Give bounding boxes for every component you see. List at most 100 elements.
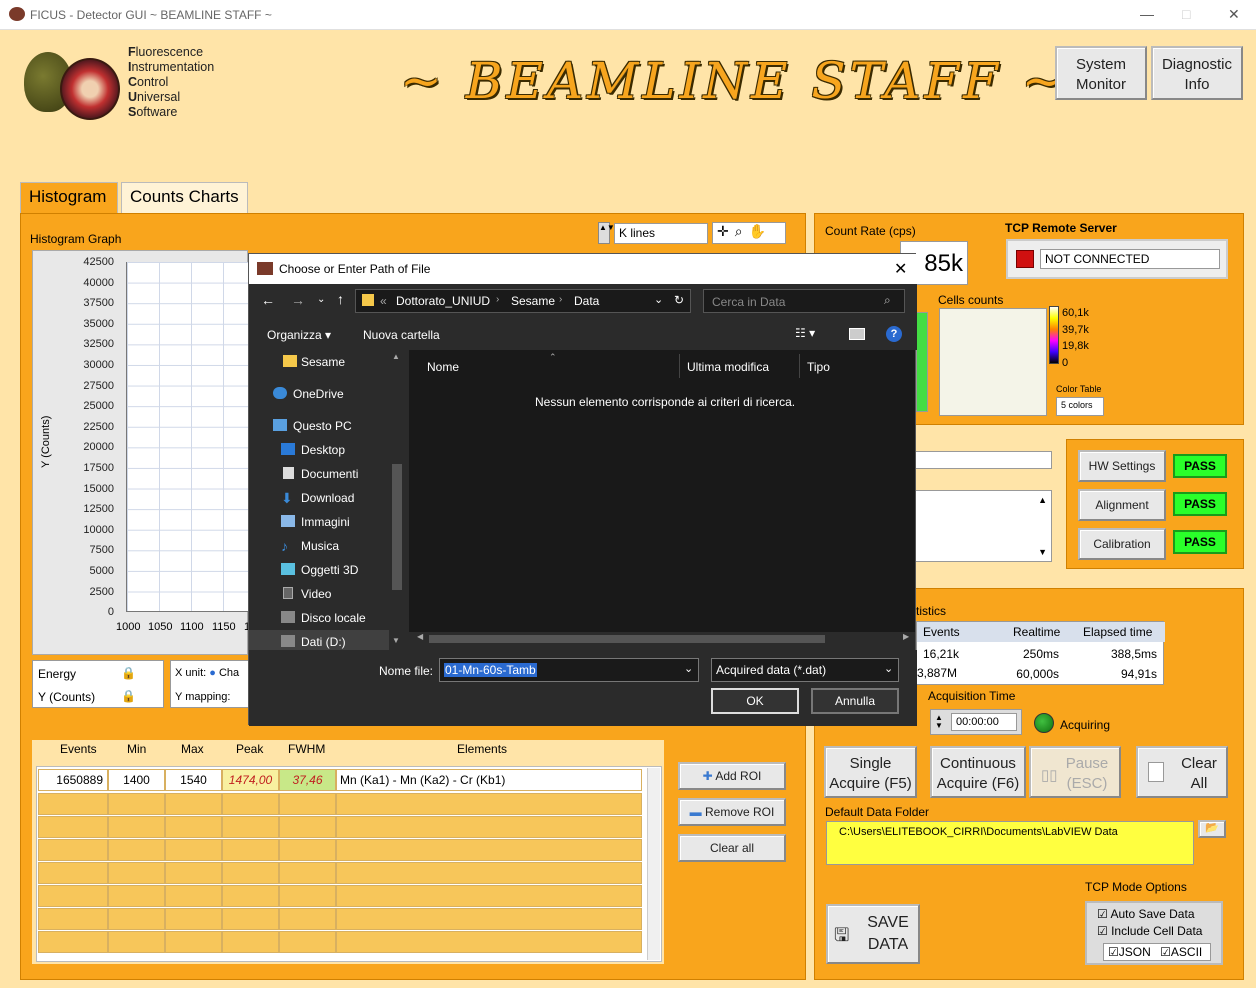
count-bar <box>916 312 928 412</box>
table-row[interactable] <box>38 908 642 930</box>
system-monitor-button[interactable]: System Monitor <box>1055 46 1147 100</box>
search-icon: ⌕ <box>884 293 891 307</box>
acquiring-label: Acquiring <box>1060 718 1111 732</box>
log-textbox[interactable]: ▲ ▼ <box>914 490 1052 562</box>
minimize-icon[interactable]: — <box>1140 6 1154 22</box>
acquisition-time-label: Acquisition Time <box>928 689 1016 703</box>
app-icon <box>9 7 25 21</box>
refresh-icon[interactable]: ↻ <box>674 293 684 307</box>
cancel-button[interactable]: Annulla <box>811 688 899 714</box>
sidebar-item-onedrive[interactable]: OneDrive <box>249 382 389 406</box>
ycounts-label: Y (Counts) <box>38 690 96 704</box>
sidebar-item-oggetti-3d[interactable]: Oggetti 3D <box>249 558 389 582</box>
dialog-titlebar: Choose or Enter Path of File ✕ <box>249 254 917 284</box>
color-scale-ticks: 60,1k 39,7k 19,8k 0 <box>1062 307 1089 369</box>
window-title: FICUS - Detector GUI ~ BEAMLINE STAFF ~ <box>30 8 272 22</box>
search-box[interactable]: Cerca in Data ⌕ <box>703 289 905 313</box>
command-bar: Organizza ▾ Nuova cartella ☷ ▾ ? <box>249 318 917 350</box>
acquisition-time-control[interactable]: ▲ ▼ 00:00:00 <box>930 709 1022 735</box>
file-dialog: Choose or Enter Path of File ✕ ← → ⌄ ↑ «… <box>248 253 917 726</box>
help-icon[interactable]: ? <box>886 326 902 342</box>
sidebar-item-download[interactable]: ⬇ Download <box>249 486 389 510</box>
table-row[interactable] <box>38 931 642 953</box>
hw-settings-button[interactable]: HW Settings <box>1078 450 1166 482</box>
table-row[interactable] <box>38 839 642 861</box>
sidebar-item-musica[interactable]: ♪ Musica <box>249 534 389 558</box>
continuous-acquire-button[interactable]: Continuous Acquire (F6) <box>930 746 1026 798</box>
sidebar-item-documenti[interactable]: Documenti <box>249 462 389 486</box>
sidebar-item-immagini[interactable]: Immagini <box>249 510 389 534</box>
table-row[interactable] <box>38 885 642 907</box>
dialog-close-icon[interactable]: ✕ <box>894 259 907 279</box>
color-table-select[interactable]: 5 colors <box>1056 397 1104 416</box>
remove-roi-button[interactable]: ▬ Remove ROI <box>678 798 786 826</box>
y-axis-label: Y (Counts) <box>40 415 52 468</box>
sidebar-item-disco-c[interactable]: Disco locale (C:) <box>249 606 389 649</box>
acquisition-time-field[interactable]: 00:00:00 <box>951 713 1017 731</box>
tab-histogram[interactable]: Histogram <box>20 182 118 214</box>
lock-icon[interactable]: 🔒 <box>121 689 136 703</box>
xunit-value[interactable]: Cha <box>219 667 239 679</box>
add-roi-button[interactable]: ✚ Add ROI <box>678 762 786 790</box>
ok-button[interactable]: OK <box>711 688 799 714</box>
auto-save-checkbox[interactable]: ☑ Auto Save Data <box>1097 907 1195 921</box>
organizza-button[interactable]: Organizza ▾ <box>267 328 331 342</box>
preview-pane-icon[interactable] <box>849 328 865 340</box>
col-nome[interactable]: Nome <box>427 360 459 374</box>
lines-spinner[interactable]: ▲▼ <box>598 222 615 244</box>
lock-icon[interactable]: 🔒 <box>121 666 136 680</box>
horizontal-scrollbar[interactable]: ◀ ▶ <box>409 632 915 646</box>
breadcrumb-1[interactable]: Dottorato_UNIUD <box>396 294 490 308</box>
col-tipo[interactable]: Tipo <box>807 360 830 374</box>
chevron-down-icon[interactable]: ⌄ <box>884 662 893 675</box>
file-list[interactable]: ⌃ Nome Ultima modifica Tipo Nessun eleme… <box>409 350 915 646</box>
sidebar-scrollbar[interactable]: ▲ ▼ <box>389 350 405 650</box>
default-folder-field[interactable]: C:\Users\ELITEBOOK_CIRRI\Documents\LabVI… <box>826 821 1194 865</box>
filetype-select[interactable]: Acquired data (*.dat) ⌄ <box>711 658 899 682</box>
save-data-button[interactable]: 🖫 SAVE DATA <box>826 904 920 964</box>
k-lines-field[interactable]: K lines <box>614 223 708 244</box>
chevron-down-icon[interactable]: ⌄ <box>654 293 663 306</box>
graph-tools[interactable]: ✛⌕✋ <box>712 222 786 244</box>
filename-input[interactable]: 01-Mn-60s-Tamb ⌄ <box>439 658 699 682</box>
include-cell-checkbox[interactable]: ☑ Include Cell Data <box>1097 924 1202 938</box>
col-ultima-modifica[interactable]: Ultima modifica <box>687 360 769 374</box>
maximize-icon[interactable]: □ <box>1182 6 1190 22</box>
back-icon[interactable]: ← <box>261 292 275 308</box>
alignment-button[interactable]: Alignment <box>1078 489 1166 521</box>
diagnostic-info-button[interactable]: Diagnostic Info <box>1151 46 1243 100</box>
sidebar-item-desktop[interactable]: Desktop <box>249 438 389 462</box>
clear-all-button[interactable]: Clear All <box>1136 746 1228 798</box>
table-row[interactable] <box>38 816 642 838</box>
new-folder-button[interactable]: Nuova cartella <box>363 328 440 342</box>
dialog-title: Choose or Enter Path of File <box>279 262 431 276</box>
sidebar-item-sesame[interactable]: Sesame <box>249 350 389 374</box>
breadcrumb-3[interactable]: Data <box>574 294 599 308</box>
view-options-icon[interactable]: ☷ ▾ <box>795 326 815 340</box>
up-icon[interactable]: ↑ <box>337 291 344 307</box>
json-checkbox[interactable]: ☑JSON <box>1108 945 1151 959</box>
forward-icon[interactable]: → <box>291 292 305 308</box>
recent-dropdown-icon[interactable]: ⌄ <box>317 294 325 305</box>
histogram-plot-area[interactable] <box>126 262 248 612</box>
close-icon[interactable]: ✕ <box>1228 6 1240 23</box>
tab-counts-charts[interactable]: Counts Charts <box>121 182 248 214</box>
clear-all-roi-button[interactable]: Clear all <box>678 834 786 862</box>
address-bar[interactable]: « Dottorato_UNIUD › Sesame › Data ⌄ ↻ <box>355 289 691 313</box>
sidebar-item-questo-pc[interactable]: Questo PC <box>249 414 389 438</box>
sidebar-item-video[interactable]: Video <box>249 582 389 606</box>
cells-heatmap[interactable] <box>939 308 1047 416</box>
tcp-status-text: NOT CONNECTED <box>1040 249 1220 269</box>
chevron-down-icon[interactable]: ⌄ <box>684 662 693 675</box>
calibration-button[interactable]: Calibration <box>1078 528 1166 560</box>
roi-scrollbar[interactable] <box>647 768 660 960</box>
table-row[interactable] <box>38 862 642 884</box>
single-acquire-button[interactable]: Single Acquire (F5) <box>824 746 917 798</box>
breadcrumb-2[interactable]: Sesame <box>511 294 555 308</box>
browse-folder-icon[interactable]: 📂 <box>1198 820 1226 838</box>
x-tick-label: 1150 <box>212 621 236 633</box>
ascii-checkbox[interactable]: ☑ASCII <box>1160 945 1202 959</box>
table-row[interactable]: 1650889 1400 1540 1474,00 37,46 Mn (Ka1)… <box>38 769 642 791</box>
pause-button[interactable]: ▯▯ Pause (ESC) <box>1029 746 1121 798</box>
table-row[interactable] <box>38 793 642 815</box>
